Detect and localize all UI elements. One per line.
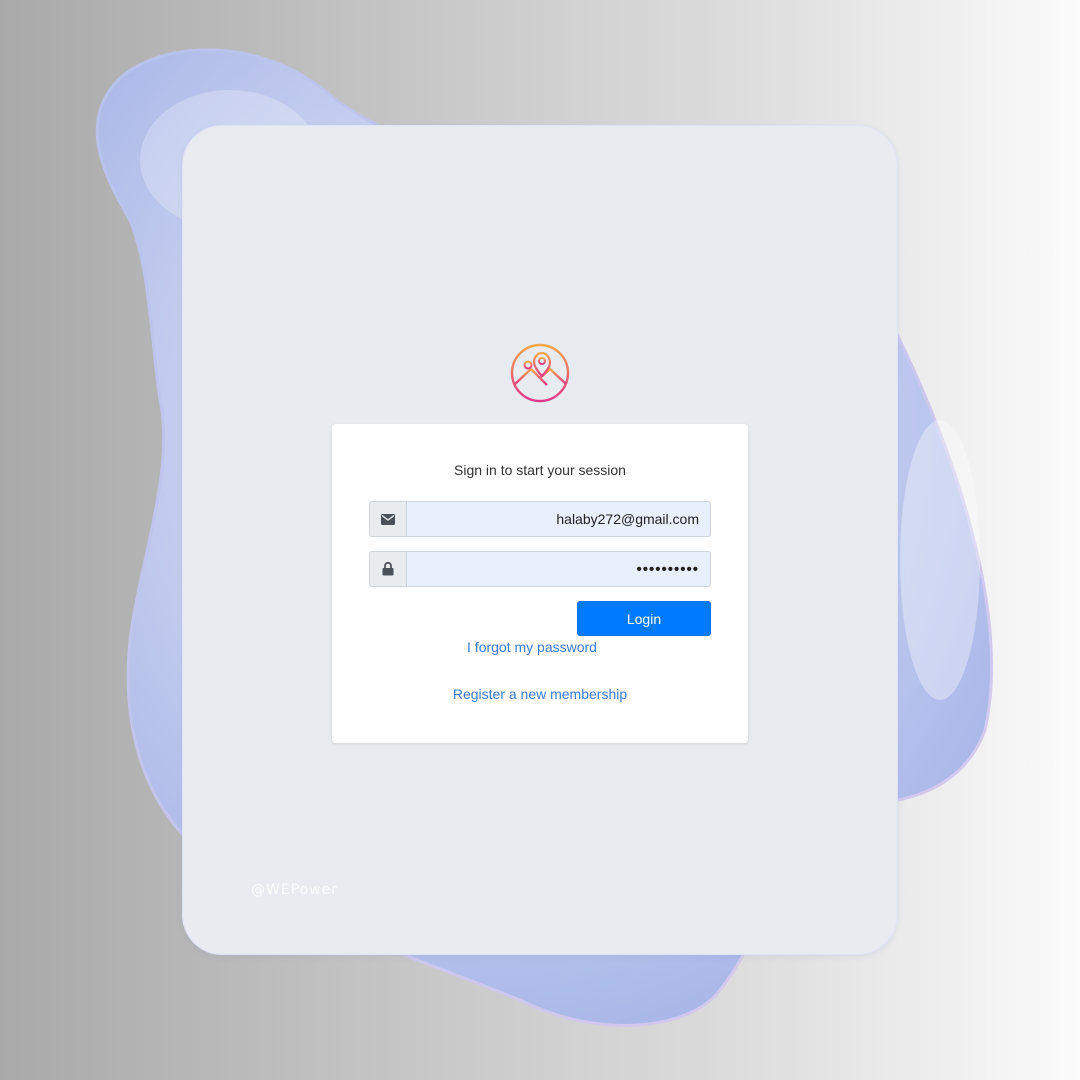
lock-icon [369, 551, 406, 587]
forgot-password-link[interactable]: I forgot my password [467, 639, 597, 655]
envelope-icon [369, 501, 406, 537]
email-input-group [369, 501, 711, 537]
login-box-message: Sign in to start your session [454, 462, 626, 478]
email-field[interactable] [406, 501, 711, 537]
password-field[interactable] [406, 551, 711, 587]
watermark-text: @WEPower [251, 882, 339, 898]
login-box: Sign in to start your session Login I fo… [332, 424, 748, 743]
password-input-group [369, 551, 711, 587]
map-pin-mountain-logo [510, 343, 570, 403]
login-button[interactable]: Login [577, 601, 711, 636]
register-row: Register a new membership [332, 686, 748, 702]
forgot-password-row: I forgot my password [324, 639, 740, 655]
register-membership-link[interactable]: Register a new membership [453, 686, 627, 702]
